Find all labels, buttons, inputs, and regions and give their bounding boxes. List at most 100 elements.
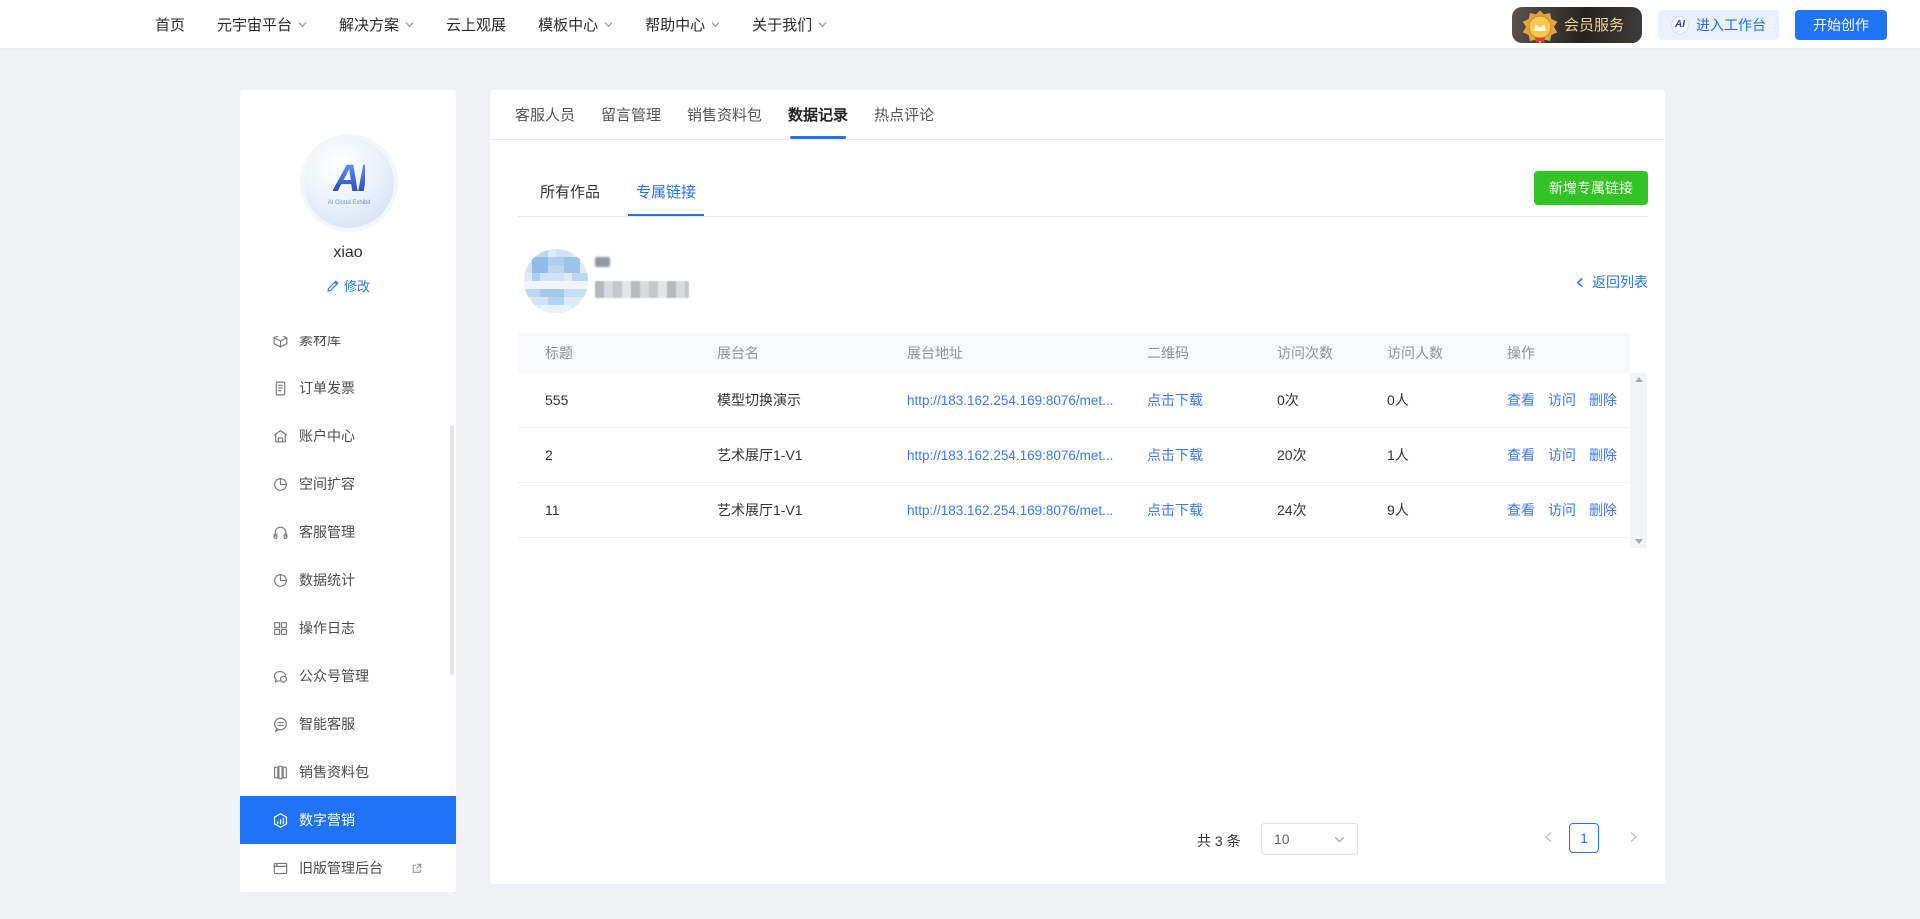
sidebar-item-label: 数据统计 xyxy=(299,570,355,590)
action-visit[interactable]: 访问 xyxy=(1548,390,1576,410)
sidebar-item-4[interactable]: 客服管理 xyxy=(240,508,456,556)
sidebar-item-9[interactable]: 销售资料包 xyxy=(240,748,456,796)
nav-item-label: 解决方案 xyxy=(339,14,399,35)
table-scrollbar[interactable] xyxy=(1630,373,1647,548)
page-size-value: 10 xyxy=(1274,831,1290,847)
blurred-user-avatar xyxy=(524,249,588,313)
ai-logo-icon: AI xyxy=(1671,16,1689,34)
column-header-2: 展台地址 xyxy=(880,343,1120,363)
nav-item-0[interactable]: 首页 xyxy=(155,14,185,35)
add-exclusive-link-button[interactable]: 新增专属链接 xyxy=(1534,171,1648,205)
external-link-icon xyxy=(409,861,424,876)
nav-item-6[interactable]: 关于我们 xyxy=(752,14,827,35)
nav-item-5[interactable]: 帮助中心 xyxy=(645,14,720,35)
edit-profile-label: 修改 xyxy=(344,276,370,295)
action-delete[interactable]: 删除 xyxy=(1589,500,1617,520)
nav-item-label: 模板中心 xyxy=(538,14,598,35)
cell-qr-download-link[interactable]: 点击下载 xyxy=(1147,447,1203,463)
cell-title: 11 xyxy=(518,502,690,518)
cell-visit-count: 0次 xyxy=(1250,390,1360,410)
column-header-1: 展台名 xyxy=(690,343,880,363)
pagination-next-button[interactable] xyxy=(1627,830,1639,848)
sidebar-scrollbar[interactable] xyxy=(450,425,454,675)
start-creating-button[interactable]: 开始创作 xyxy=(1795,10,1887,40)
sidebar-item-11[interactable]: 旧版管理后台 xyxy=(240,844,456,892)
enter-workspace-button[interactable]: AI 进入工作台 xyxy=(1658,10,1779,40)
scroll-up-arrow[interactable] xyxy=(1635,377,1643,382)
tab-4[interactable]: 热点评论 xyxy=(874,90,934,139)
pencil-icon xyxy=(326,279,340,293)
enter-workspace-label: 进入工作台 xyxy=(1696,15,1766,35)
cell-actions: 查看访问删除 xyxy=(1480,445,1630,465)
action-view[interactable]: 查看 xyxy=(1507,390,1535,410)
tab-1[interactable]: 留言管理 xyxy=(601,90,661,139)
nav-item-2[interactable]: 解决方案 xyxy=(339,14,414,35)
sidebar-item-label: 素材库 xyxy=(299,336,341,350)
action-delete[interactable]: 删除 xyxy=(1589,390,1617,410)
blurred-user-name xyxy=(595,257,610,267)
column-header-0: 标题 xyxy=(518,343,690,363)
scroll-down-arrow[interactable] xyxy=(1635,539,1643,544)
avatar[interactable]: AI AI Cloud Exhibit xyxy=(304,138,394,228)
cell-visitor-count: 0人 xyxy=(1360,390,1480,410)
subtab-1[interactable]: 专属链接 xyxy=(636,167,696,216)
cell-hall-url-link[interactable]: http://183.162.254.169:8076/met... xyxy=(907,448,1113,463)
page-size-select[interactable]: 10 xyxy=(1261,823,1358,855)
tab-2[interactable]: 销售资料包 xyxy=(687,90,762,139)
nav-item-label: 元宇宙平台 xyxy=(217,14,292,35)
column-header-3: 二维码 xyxy=(1120,343,1250,363)
sidebar-item-6[interactable]: 操作日志 xyxy=(240,604,456,652)
cell-qr-download: 点击下载 xyxy=(1120,390,1250,410)
tab-3[interactable]: 数据记录 xyxy=(788,90,848,139)
cell-hall-url: http://183.162.254.169:8076/met... xyxy=(880,503,1120,518)
start-creating-label: 开始创作 xyxy=(1813,15,1869,35)
action-visit[interactable]: 访问 xyxy=(1548,500,1576,520)
sidebar-item-8[interactable]: 智能客服 xyxy=(240,700,456,748)
sidebar-item-label: 操作日志 xyxy=(299,618,355,638)
tab-bar: 客服人员留言管理销售资料包数据记录热点评论 xyxy=(490,90,1665,140)
main-panel: 客服人员留言管理销售资料包数据记录热点评论 所有作品专属链接 新增专属链接 返回… xyxy=(490,90,1665,884)
invoice-icon xyxy=(272,380,289,397)
member-service-label: 会员服务 xyxy=(1564,14,1624,35)
sidebar-item-10[interactable]: 数字营销 xyxy=(240,796,456,844)
books-icon xyxy=(272,764,289,781)
nav-item-4[interactable]: 模板中心 xyxy=(538,14,613,35)
nav-item-1[interactable]: 元宇宙平台 xyxy=(217,14,307,35)
edit-profile-link[interactable]: 修改 xyxy=(240,276,456,295)
hexchart-icon xyxy=(272,812,289,829)
sidebar-item-2[interactable]: 账户中心 xyxy=(240,412,456,460)
sidebar-item-3[interactable]: 空间扩容 xyxy=(240,460,456,508)
cell-visit-count: 24次 xyxy=(1250,500,1360,520)
navbar-right: 会员服务 AI 进入工作台 开始创作 xyxy=(1512,0,1887,49)
member-service-button[interactable]: 会员服务 xyxy=(1512,7,1642,43)
cell-qr-download-link[interactable]: 点击下载 xyxy=(1147,502,1203,518)
subtab-0[interactable]: 所有作品 xyxy=(540,167,600,216)
avatar-logo-text: AI xyxy=(333,160,365,198)
cell-hall-url-link[interactable]: http://183.162.254.169:8076/met... xyxy=(907,503,1113,518)
cell-hall-url-link[interactable]: http://183.162.254.169:8076/met... xyxy=(907,393,1113,408)
cell-qr-download: 点击下载 xyxy=(1120,445,1250,465)
back-to-list-link[interactable]: 返回列表 xyxy=(1575,272,1648,292)
cell-qr-download-link[interactable]: 点击下载 xyxy=(1147,392,1203,408)
medal-icon xyxy=(1520,9,1560,53)
nav-item-3[interactable]: 云上观展 xyxy=(446,14,506,35)
pie-icon xyxy=(272,476,289,493)
sidebar-item-0[interactable]: 素材库 xyxy=(240,336,456,364)
action-view[interactable]: 查看 xyxy=(1507,500,1535,520)
tab-0[interactable]: 客服人员 xyxy=(515,90,575,139)
nav-menu: 首页 元宇宙平台 解决方案 云上观展 模板中心 帮助中心 关于我们 xyxy=(155,0,827,49)
action-view[interactable]: 查看 xyxy=(1507,445,1535,465)
chevron-down-icon xyxy=(298,20,307,29)
cell-hall-url: http://183.162.254.169:8076/met... xyxy=(880,393,1120,408)
action-visit[interactable]: 访问 xyxy=(1548,445,1576,465)
pagination-prev-button[interactable] xyxy=(1543,830,1555,848)
sidebar-item-1[interactable]: 订单发票 xyxy=(240,364,456,412)
sidebar-item-5[interactable]: 数据统计 xyxy=(240,556,456,604)
pagination-page-1[interactable]: 1 xyxy=(1569,823,1599,853)
sidebar-item-label: 公众号管理 xyxy=(299,666,369,686)
sidebar-item-label: 销售资料包 xyxy=(299,762,369,782)
username: xiao xyxy=(240,244,456,262)
subtab-divider xyxy=(518,216,1648,217)
action-delete[interactable]: 删除 xyxy=(1589,445,1617,465)
sidebar-item-7[interactable]: 公众号管理 xyxy=(240,652,456,700)
